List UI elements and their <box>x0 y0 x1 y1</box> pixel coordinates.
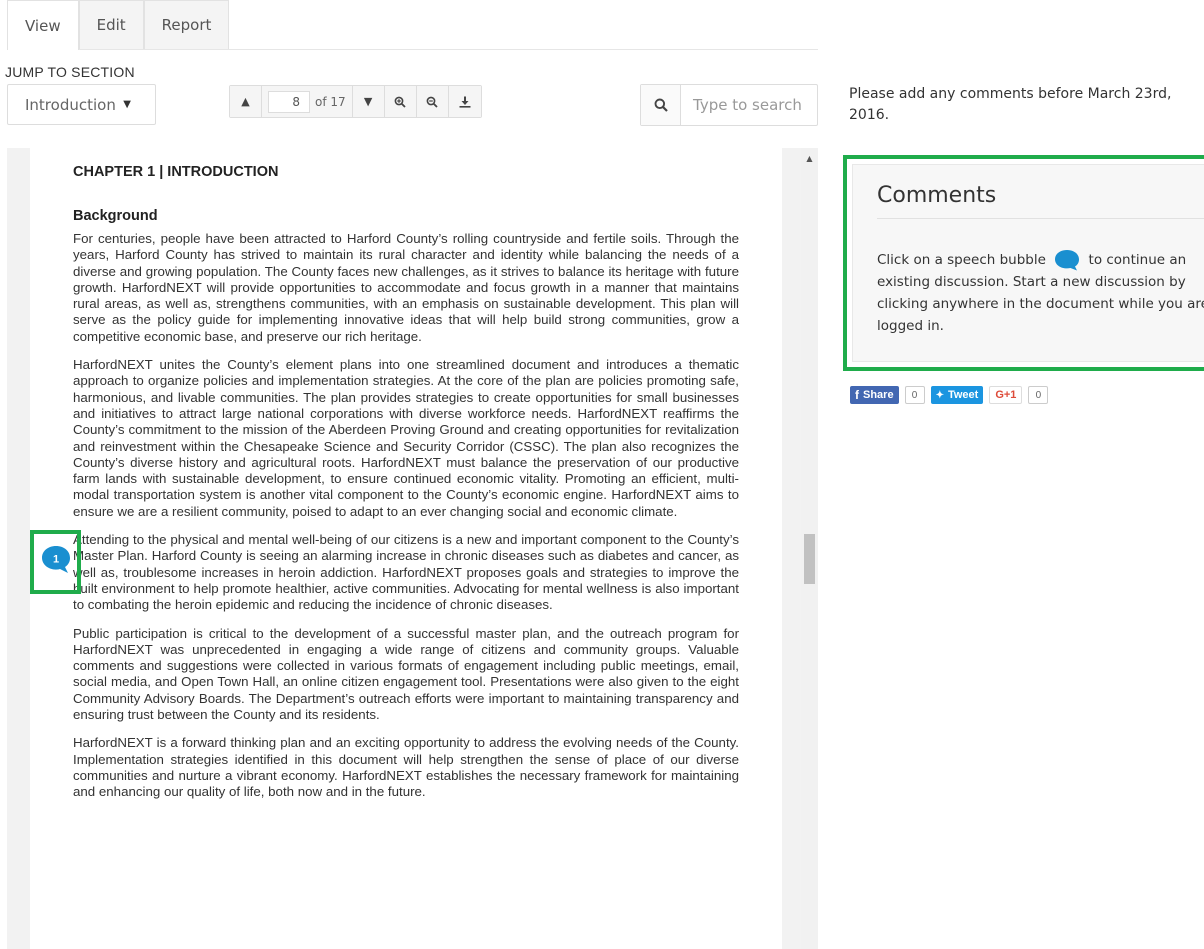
chapter-title: CHAPTER 1 | INTRODUCTION <box>73 164 279 180</box>
section-select-value: Introduction <box>25 95 116 114</box>
zoom-in-button[interactable] <box>384 86 417 117</box>
paragraph[interactable]: Public participation is critical to the … <box>73 626 739 724</box>
zoom-out-button[interactable] <box>416 86 449 117</box>
section-heading: Background <box>73 208 158 224</box>
caret-down-icon: ▼ <box>363 95 373 108</box>
download-icon <box>459 96 471 108</box>
deadline-notice: Please add any comments before March 23r… <box>849 86 1172 123</box>
facebook-share-count: 0 <box>904 386 925 404</box>
caret-up-icon: ▲ <box>241 95 250 108</box>
scroll-up-icon[interactable]: ▲ <box>801 154 818 163</box>
jump-to-section-label: JUMP TO SECTION <box>5 64 135 80</box>
tab-view[interactable]: View <box>7 0 79 50</box>
comment-marker-highlight: 1 <box>30 530 81 594</box>
facebook-share-button[interactable]: f Share <box>850 386 899 404</box>
zoom-in-icon <box>394 96 406 108</box>
next-page-button[interactable]: ▼ <box>352 86 385 117</box>
page-count: of 17 <box>315 94 346 109</box>
comment-count: 1 <box>53 554 59 566</box>
paragraph[interactable]: For centuries, people have been attracte… <box>73 231 739 345</box>
viewer-scrollbar[interactable]: ▲ <box>801 148 818 949</box>
facebook-share-label: Share <box>863 389 894 401</box>
speech-bubble-icon <box>1055 250 1080 271</box>
tweet-label: Tweet <box>947 389 979 401</box>
scrollbar-thumb[interactable] <box>804 534 815 584</box>
facebook-icon: f <box>855 388 859 402</box>
document-page[interactable]: CHAPTER 1 | INTRODUCTION Background For … <box>30 148 782 949</box>
page-indicator: 8 of 17 <box>262 86 353 117</box>
document-search[interactable]: Type to search <box>640 84 818 126</box>
search-input[interactable]: Type to search <box>681 85 817 125</box>
tab-report[interactable]: Report <box>143 0 230 49</box>
download-button[interactable] <box>448 86 481 117</box>
zoom-out-icon <box>426 96 438 108</box>
tab-bar: View Edit Report <box>7 0 818 50</box>
comments-instructions: Click on a speech bubble to continue an … <box>877 249 1204 337</box>
paragraph[interactable]: HarfordNEXT is a forward thinking plan a… <box>73 735 739 800</box>
twitter-icon: ✦ <box>935 389 944 401</box>
google-plus-count: 0 <box>1028 386 1049 404</box>
comments-panel: Comments Click on a speech bubble to con… <box>852 164 1204 362</box>
previous-page-button[interactable]: ▲ <box>230 86 262 117</box>
section-select[interactable]: Introduction ▼ <box>7 84 156 125</box>
social-share-bar: f Share 0 ✦ Tweet G+1 0 <box>850 386 1054 404</box>
tweet-button[interactable]: ✦ Tweet <box>930 386 984 404</box>
document-toolbar: ▲ 8 of 17 ▼ <box>229 85 482 118</box>
page-number-input[interactable]: 8 <box>268 90 310 113</box>
tab-edit[interactable]: Edit <box>78 0 144 49</box>
document-viewer[interactable]: CHAPTER 1 | INTRODUCTION Background For … <box>7 148 818 949</box>
comments-title: Comments <box>877 183 1204 219</box>
google-plus-button[interactable]: G+1 <box>989 386 1023 404</box>
comment-bubble-icon[interactable]: 1 <box>41 544 71 574</box>
search-icon[interactable] <box>641 85 681 125</box>
comments-text-before: Click on a speech bubble <box>877 252 1046 268</box>
paragraph[interactable]: HarfordNEXT unites the County’s element … <box>73 357 739 520</box>
paragraph[interactable]: Attending to the physical and mental wel… <box>73 532 739 613</box>
caret-down-icon: ▼ <box>123 99 131 110</box>
comments-panel-highlight: Comments Click on a speech bubble to con… <box>843 155 1204 371</box>
